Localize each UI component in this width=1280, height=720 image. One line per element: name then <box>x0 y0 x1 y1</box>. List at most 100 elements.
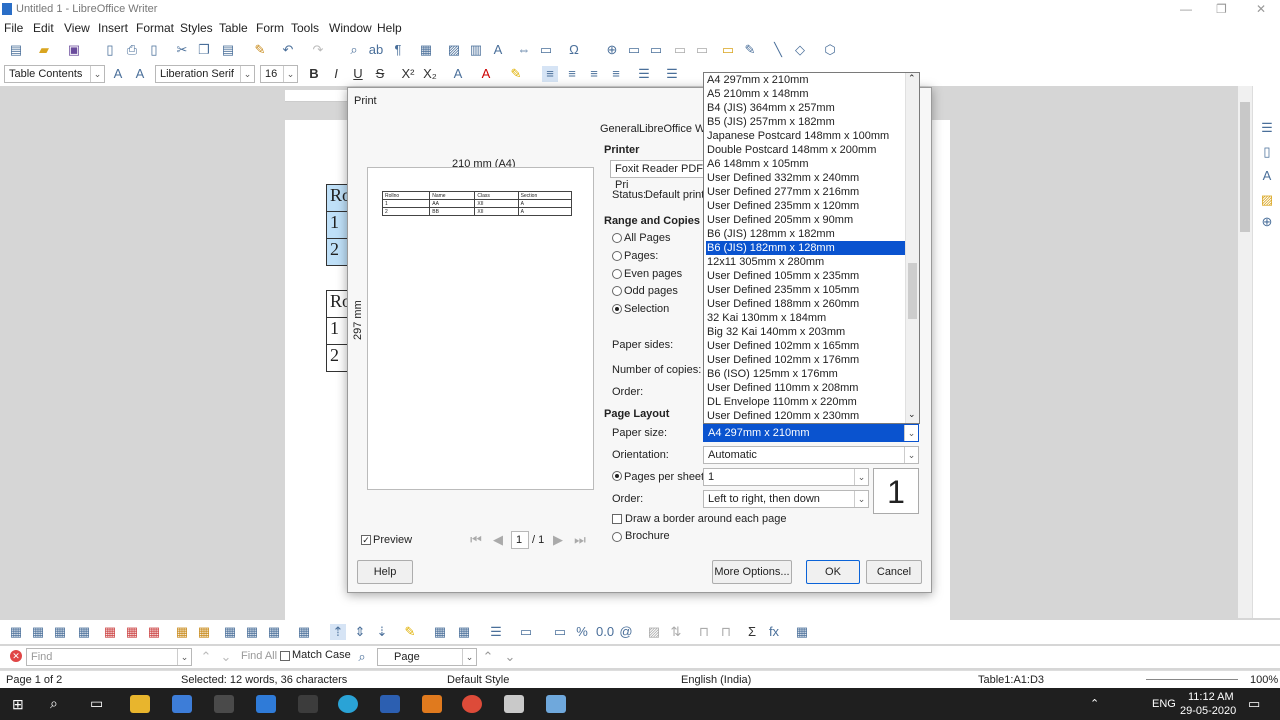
match-case-checkbox[interactable] <box>280 651 290 661</box>
paste-icon[interactable]: ▤ <box>220 42 236 58</box>
pages-per-sheet-radio[interactable] <box>612 471 622 481</box>
help-button[interactable]: Help <box>357 560 413 584</box>
table1-selection[interactable]: Ro 1 2 <box>326 184 351 266</box>
list-item[interactable]: DL Envelope 110mm x 220mm <box>706 395 906 409</box>
ok-button[interactable]: OK <box>806 560 860 584</box>
styles-icon[interactable]: A <box>1259 168 1275 184</box>
foxit-icon[interactable] <box>422 695 442 713</box>
select-table-icon[interactable]: ▦ <box>174 624 190 640</box>
font-color-icon[interactable]: A <box>478 66 494 82</box>
table-icon[interactable]: ▦ <box>8 624 24 640</box>
menu-help[interactable]: Help <box>377 21 402 35</box>
mail-icon[interactable] <box>256 695 276 713</box>
brochure-radio[interactable] <box>612 532 622 542</box>
optimize-icon[interactable]: ▦ <box>296 624 312 640</box>
selection-radio[interactable] <box>612 304 622 314</box>
preview-checkbox[interactable]: ✓ <box>361 535 371 545</box>
border-style-icon[interactable]: ☰ <box>488 624 504 640</box>
even-pages-radio[interactable] <box>612 269 622 279</box>
bullets-icon[interactable]: ☰ <box>636 66 652 82</box>
percent-format-icon[interactable]: % <box>574 624 590 640</box>
list-item[interactable]: User Defined 235mm x 105mm <box>706 283 906 297</box>
list-scrollbar[interactable]: ⌃ ⌄ <box>905 73 919 423</box>
paper-size-select[interactable]: A4 297mm x 210mm ⌄ <box>703 424 919 442</box>
table-properties-icon[interactable]: ▦ <box>794 624 810 640</box>
orientation-select[interactable]: Automatic ⌄ <box>703 446 919 464</box>
scrollbar-thumb[interactable] <box>1240 102 1250 232</box>
menu-file[interactable]: File <box>4 21 23 35</box>
find-next-icon[interactable]: ⌄ <box>218 649 234 665</box>
at-format-icon[interactable]: @ <box>618 624 634 640</box>
endnote-icon[interactable]: ▭ <box>648 42 664 58</box>
list-scrollbar-thumb[interactable] <box>908 263 917 319</box>
notification-icon[interactable]: ▭ <box>1248 696 1260 712</box>
sort-icon[interactable]: ⇅ <box>668 624 684 640</box>
save-icon[interactable]: ▣ <box>66 42 82 58</box>
subscript-icon[interactable]: X₂ <box>422 66 438 82</box>
list-item[interactable]: User Defined 205mm x 90mm <box>706 213 906 227</box>
tray-chevron-icon[interactable]: ⌃ <box>1090 697 1099 710</box>
undo-icon[interactable]: ↶ <box>280 42 296 58</box>
zoom-slider[interactable] <box>1146 679 1238 680</box>
properties-icon[interactable]: ☰ <box>1259 120 1275 136</box>
underline-icon[interactable]: U <box>350 66 366 82</box>
store-icon[interactable] <box>214 695 234 713</box>
paragraph-style-select[interactable]: Table Contents ⌄ <box>4 65 105 83</box>
previous-page-icon[interactable]: ◀ <box>490 532 506 548</box>
align-right-icon[interactable]: ≡ <box>586 66 602 82</box>
close-button[interactable]: ✕ <box>1256 2 1266 16</box>
comment-icon[interactable]: ▭ <box>720 42 736 58</box>
find-all-button[interactable]: Find All <box>241 650 277 662</box>
more-options-button[interactable]: More Options... <box>712 560 792 584</box>
edge-icon[interactable] <box>338 695 358 713</box>
menu-window[interactable]: Window <box>329 21 372 35</box>
footnote-icon[interactable]: ▭ <box>626 42 642 58</box>
find-previous-icon[interactable]: ⌃ <box>198 649 214 665</box>
special-character-icon[interactable]: Ω <box>566 42 582 58</box>
sum-icon[interactable]: Σ <box>744 624 760 640</box>
list-item[interactable]: User Defined 332mm x 240mm <box>706 171 906 185</box>
menu-table[interactable]: Table <box>219 21 248 35</box>
insert-columns-icon[interactable]: ▦ <box>76 624 92 640</box>
table2[interactable]: Ro 1 2 <box>326 290 351 372</box>
cancel-button[interactable]: Cancel <box>866 560 922 584</box>
align-bottom-icon[interactable]: ⇣ <box>374 624 390 640</box>
last-page-icon[interactable]: ⏭ <box>572 532 588 548</box>
list-item[interactable]: B4 (JIS) 364mm x 257mm <box>706 101 906 115</box>
insert-rows-above-icon[interactable]: ▦ <box>30 624 46 640</box>
merge-cells-icon[interactable]: ▦ <box>196 624 212 640</box>
next-page-icon[interactable]: ▶ <box>550 532 566 548</box>
split-cells-icon[interactable]: ▦ <box>222 624 238 640</box>
list-item[interactable]: Japanese Postcard 148mm x 100mm <box>706 129 906 143</box>
all-pages-radio[interactable] <box>612 233 622 243</box>
delete-table-icon[interactable]: ▦ <box>146 624 162 640</box>
print-preview-icon[interactable]: ▯ <box>146 42 162 58</box>
page-break-icon[interactable]: ⇔ <box>516 42 532 58</box>
find-input[interactable]: Find ⌄ <box>26 648 192 666</box>
windows-start-icon[interactable]: ⊞ <box>12 696 28 712</box>
word-count[interactable]: Selected: 12 words, 36 characters <box>181 674 347 686</box>
menu-edit[interactable]: Edit <box>33 21 54 35</box>
redo-icon[interactable]: ↷ <box>310 42 326 58</box>
navigator-icon[interactable]: ⊕ <box>1259 214 1275 230</box>
list-item[interactable]: Double Postcard 148mm x 200mm <box>706 143 906 157</box>
list-item[interactable]: 12x11 305mm x 280mm <box>706 255 906 269</box>
clock-date[interactable]: 29-05-2020 <box>1180 705 1236 717</box>
delete-columns-icon[interactable]: ▦ <box>124 624 140 640</box>
center-vertically-icon[interactable]: ⇕ <box>352 624 368 640</box>
menu-tools[interactable]: Tools <box>291 21 319 35</box>
basic-shapes-icon[interactable]: ◇ <box>792 42 808 58</box>
calendar-icon[interactable] <box>298 695 318 713</box>
font-size-select[interactable]: 16 ⌄ <box>260 65 298 83</box>
list-item-selected[interactable]: B6 (JIS) 182mm x 128mm <box>706 241 906 255</box>
list-item[interactable]: A5 210mm x 148mm <box>706 87 906 101</box>
list-item[interactable]: User Defined 188mm x 260mm <box>706 297 906 311</box>
file-explorer-icon[interactable] <box>130 695 150 713</box>
update-style-icon[interactable]: A <box>110 66 126 82</box>
vertical-scrollbar[interactable] <box>1238 86 1252 618</box>
borders-icon[interactable]: ▦ <box>456 624 472 640</box>
list-item[interactable]: User Defined 110mm x 208mm <box>706 381 906 395</box>
page-number-field[interactable]: 1 <box>511 531 529 549</box>
list-item[interactable]: User Defined 102mm x 165mm <box>706 339 906 353</box>
tab-libreoffice-writer[interactable]: LibreOffice Wri <box>639 123 711 135</box>
